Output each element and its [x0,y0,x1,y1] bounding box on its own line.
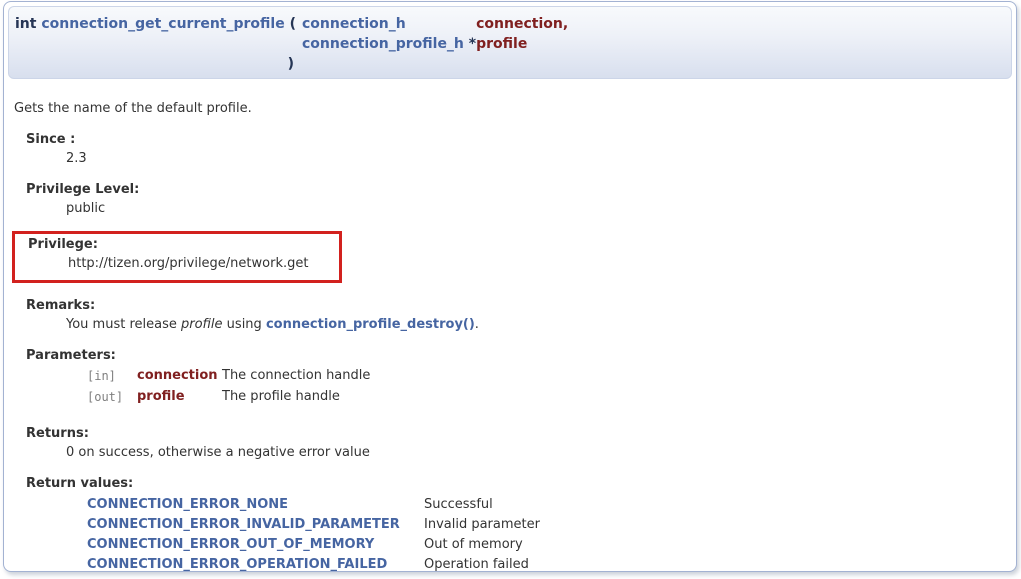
doc-frame: int connection_get_current_profile ( con… [3,1,1017,572]
function-name-link[interactable]: connection_get_current_profile [41,16,284,32]
remarks-text: You must release profile using connectio… [66,317,1006,333]
remarks-label: Remarks: [26,298,1006,314]
privilege-level-label: Privilege Level: [26,182,1006,198]
privilege-highlight-box: Privilege: http://tizen.org/privilege/ne… [12,231,342,283]
error-code-link[interactable]: CONNECTION_ERROR_OPERATION_FAILED [87,557,387,572]
section-since: Since : 2.3 [26,132,1006,167]
table-row: CONNECTION_ERROR_NONE Successful [87,498,572,518]
return-values-label: Return values: [26,476,1006,492]
remarks-emphasis: profile [181,317,223,332]
table-row: CONNECTION_ERROR_OPERATION_FAILED Operat… [87,558,572,572]
section-returns: Returns: 0 on success, otherwise a negat… [26,426,1006,461]
table-row: [out] profile The profile handle [87,390,370,411]
error-code-link[interactable]: CONNECTION_ERROR_OUT_OF_MEMORY [87,537,374,552]
section-privilege-level: Privilege Level: public [26,182,1006,217]
parameters-label: Parameters: [26,348,1006,364]
parameters-table: [in] connection The connection handle [o… [87,369,370,411]
since-value: 2.3 [66,151,1006,167]
error-code-link[interactable]: CONNECTION_ERROR_NONE [87,497,288,512]
param-type-link[interactable]: connection_profile_h [302,36,464,52]
param-name: profile [476,34,568,54]
param-description: The profile handle [222,390,370,411]
privilege-value: http://tizen.org/privilege/network.get [68,256,339,272]
error-description: Operation failed [424,558,572,572]
param-direction: [out] [87,390,137,411]
error-code-link[interactable]: CONNECTION_ERROR_INVALID_PARAMETER [87,517,400,532]
returns-value: 0 on success, otherwise a negative error… [66,445,1006,461]
returns-label: Returns: [26,426,1006,442]
function-documentation: Gets the name of the default profile. Si… [4,83,1016,572]
table-row: CONNECTION_ERROR_INVALID_PARAMETER Inval… [87,518,572,538]
param-direction: [in] [87,369,137,390]
section-parameters: Parameters: [in] connection The connecti… [26,348,1006,411]
close-paren: ) [15,54,302,74]
error-description: Successful [424,498,572,518]
section-remarks: Remarks: You must release profile using … [26,298,1006,333]
open-paren: ( [290,16,296,32]
destroy-function-link[interactable]: connection_profile_destroy() [266,317,475,332]
function-description: Gets the name of the default profile. [14,101,1006,117]
error-description: Out of memory [424,538,572,558]
section-return-values: Return values: CONNECTION_ERROR_NONE Suc… [26,476,1006,572]
error-description: Invalid parameter [424,518,572,538]
return-values-table: CONNECTION_ERROR_NONE Successful CONNECT… [87,498,572,572]
since-label: Since : [26,132,1006,148]
privilege-label: Privilege: [28,237,339,253]
param-name: connection [137,369,222,390]
return-type: int [15,16,36,32]
param-type-link[interactable]: connection_h [302,16,406,32]
param-description: The connection handle [222,369,370,390]
table-row: [in] connection The connection handle [87,369,370,390]
param-type-suffix: * [464,36,476,52]
function-signature-box: int connection_get_current_profile ( con… [8,6,1012,79]
param-name: profile [137,390,222,411]
param-name: connection, [476,14,568,34]
privilege-level-value: public [66,201,1006,217]
signature-table: int connection_get_current_profile ( con… [15,14,568,74]
table-row: CONNECTION_ERROR_OUT_OF_MEMORY Out of me… [87,538,572,558]
